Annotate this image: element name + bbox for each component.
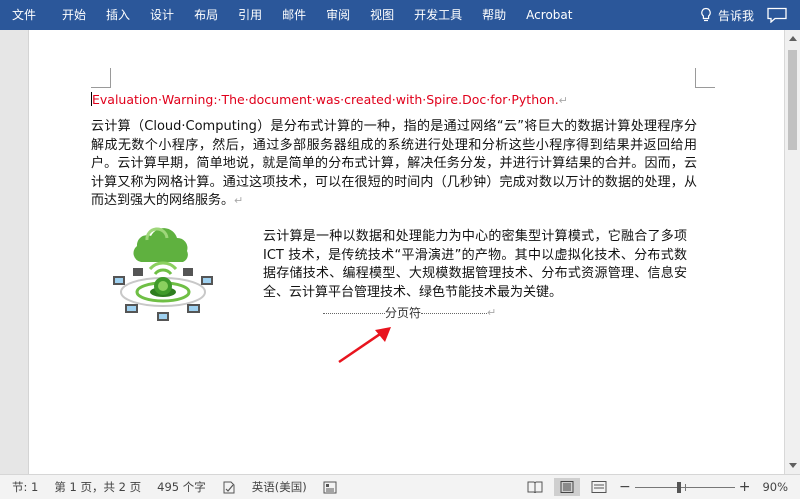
tab-layout[interactable]: 布局 [184,0,228,30]
print-layout-button[interactable] [553,478,580,496]
page-break: 分页符 ↵ [323,304,496,321]
status-word-count[interactable]: 495 个字 [149,479,214,495]
paragraph-1-text: 云计算（Cloud·Computing）是分布式计算的一种，指的是通过网络“云”… [91,119,697,208]
tab-acrobat[interactable]: Acrobat [516,0,582,30]
zoom-percentage[interactable]: 90% [754,480,800,494]
status-language[interactable]: 英语(美国) [244,479,315,495]
paragraph-1: 云计算（Cloud·Computing）是分布式计算的一种，指的是通过网络“云”… [91,118,697,211]
paragraph-mark: ↵ [234,194,244,207]
tab-insert[interactable]: 插入 [96,0,140,30]
tab-file[interactable]: 文件 [0,0,52,30]
tab-review[interactable]: 审阅 [316,0,360,30]
zoom-slider-knob[interactable] [677,481,682,493]
tab-references[interactable]: 引用 [228,0,272,30]
tab-developer[interactable]: 开发工具 [404,0,472,30]
scroll-down-button[interactable] [785,458,800,474]
chevron-up-icon [788,36,797,41]
status-bar: 节: 1 第 1 页，共 2 页 495 个字 英语(美国) − + 90% [0,474,800,499]
book-icon [527,481,543,493]
paragraph-2: 云计算是一种以数据和处理能力为中心的密集型计算模式，它融合了多项 ICT 技术，… [263,228,687,302]
vertical-scrollbar[interactable] [784,30,800,474]
read-mode-button[interactable] [522,478,548,496]
zoom-out-button[interactable]: − [619,479,631,495]
scroll-up-button[interactable] [785,30,800,46]
margin-corner-top-right [695,68,715,88]
tab-view[interactable]: 视图 [360,0,404,30]
document-page[interactable]: Evaluation·Warning:·The·document·was·cre… [28,30,784,474]
tab-mailings[interactable]: 邮件 [272,0,316,30]
status-section[interactable]: 节: 1 [0,479,46,495]
tell-me-search[interactable]: 告诉我 [692,7,766,24]
ribbon-tab-bar: 文件 开始 插入 设计 布局 引用 邮件 审阅 视图 开发工具 帮助 Acrob… [0,0,800,30]
tab-help[interactable]: 帮助 [472,0,516,30]
page-icon [560,481,574,493]
tell-me-label: 告诉我 [717,8,754,23]
margin-corner-top-left [91,68,111,88]
lightbulb-icon [701,7,711,22]
tab-home[interactable]: 开始 [52,0,96,30]
cloud-computing-image[interactable] [107,216,219,324]
web-icon [591,481,607,493]
zoom-slider[interactable] [634,481,735,493]
warning-text: Evaluation·Warning:·The·document·was·cre… [92,92,559,107]
document-area: Evaluation·Warning:·The·document·was·cre… [0,30,784,474]
status-page[interactable]: 第 1 页，共 2 页 [46,479,149,495]
scrollbar-thumb[interactable] [788,50,797,150]
tab-design[interactable]: 设计 [140,0,184,30]
page-break-line-right [421,313,488,314]
red-arrow-annotation [338,327,391,364]
page-break-line-left [323,313,385,314]
paragraph-2-text: 云计算是一种以数据和处理能力为中心的密集型计算模式，它融合了多项 ICT 技术，… [263,229,687,300]
macro-record-icon[interactable] [315,481,345,494]
web-layout-button[interactable] [586,478,612,496]
zoom-slider-center-tick [684,483,686,491]
page-break-label: 分页符 [385,306,422,320]
zoom-in-button[interactable]: + [739,479,751,495]
zoom-control[interactable]: − + [615,479,754,495]
chevron-down-icon [788,463,797,468]
paragraph-mark: ↵ [487,306,497,319]
evaluation-warning: Evaluation·Warning:·The·document·was·cre… [91,92,568,107]
comments-icon[interactable] [766,7,788,24]
proofing-icon[interactable] [214,481,244,494]
paragraph-mark: ↵ [558,94,568,107]
